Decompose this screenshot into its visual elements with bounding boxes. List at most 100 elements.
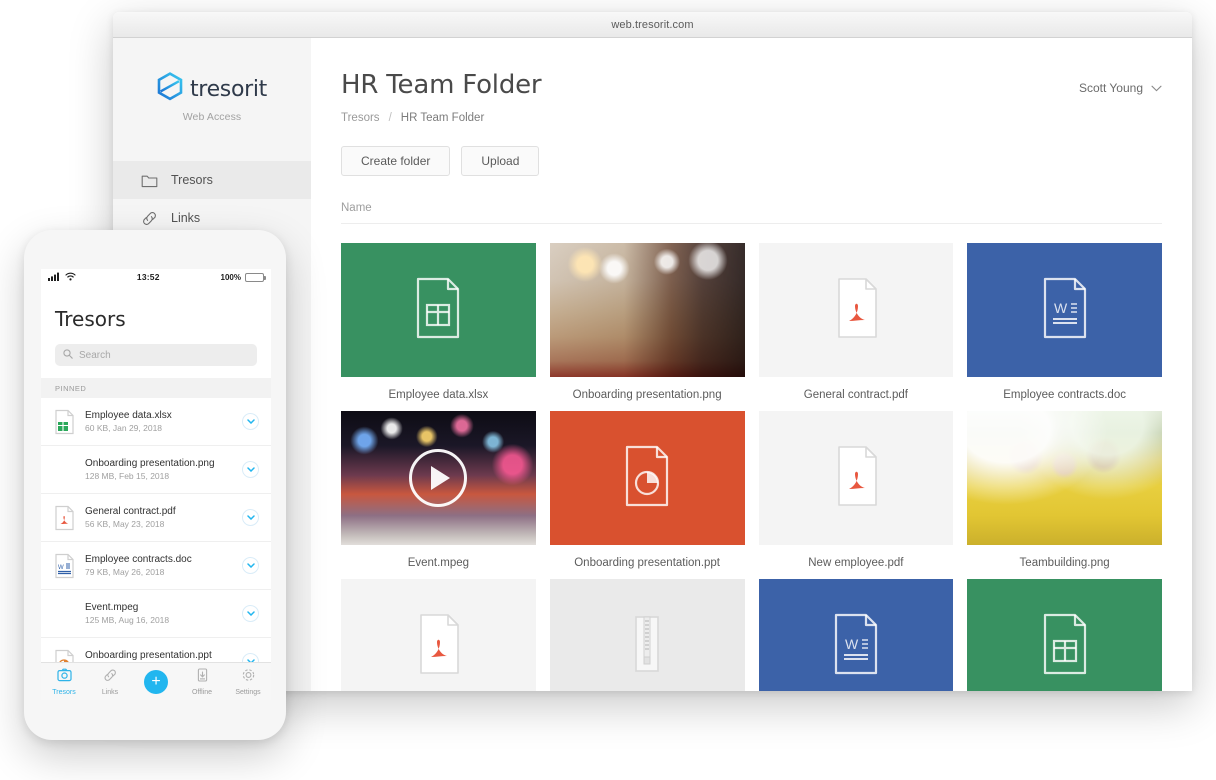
tab-tresors[interactable]: Tresors bbox=[42, 668, 86, 696]
file-name-label: Employee contracts.doc bbox=[1003, 389, 1126, 401]
file-tile[interactable] bbox=[967, 579, 1162, 691]
svg-text:W: W bbox=[1054, 300, 1068, 316]
xlsx-file-icon bbox=[412, 277, 464, 344]
user-menu[interactable]: Scott Young bbox=[1079, 79, 1162, 97]
list-item[interactable]: Event.mpeg 125 MB, Aug 16, 2018 bbox=[41, 590, 271, 638]
file-tile[interactable]: W Employee contracts.doc bbox=[967, 243, 1162, 401]
list-item-meta: 125 MB, Aug 16, 2018 bbox=[85, 615, 170, 625]
tresorit-hexagon-logo-icon bbox=[157, 72, 183, 106]
tab-label: Tresors bbox=[52, 688, 76, 696]
chevron-down-icon[interactable] bbox=[242, 461, 259, 478]
list-item[interactable]: Onboarding presentation.png 128 MB, Feb 1… bbox=[41, 446, 271, 494]
chevron-down-icon[interactable] bbox=[242, 413, 259, 430]
file-thumbnail bbox=[758, 411, 954, 545]
file-name-label: Employee data.xlsx bbox=[388, 389, 489, 401]
phone-status-bar: 13:52 100% bbox=[41, 269, 271, 285]
tab-add[interactable]: + bbox=[134, 669, 178, 694]
page-title: HR Team Folder bbox=[341, 70, 542, 100]
file-thumbnail bbox=[549, 243, 745, 377]
list-item-meta: 128 MB, Feb 15, 2018 bbox=[85, 471, 170, 481]
list-item-name: General contract.pdf bbox=[85, 506, 176, 517]
sidebar-item-label: Links bbox=[171, 211, 201, 225]
phone-screen: 13:52 100% Tresors Search PINNED Employe… bbox=[41, 269, 271, 700]
list-item[interactable]: W Employee contracts.doc 79 KB, May 26, 2… bbox=[41, 542, 271, 590]
breadcrumb-separator: / bbox=[388, 112, 392, 124]
phone-clock: 13:52 bbox=[136, 272, 160, 282]
file-tile[interactable]: Employee data.xlsx bbox=[341, 243, 536, 401]
file-thumbnail bbox=[341, 411, 536, 545]
svg-text:W: W bbox=[845, 636, 859, 652]
phone-tab-bar: Tresors Links + Offline Settings bbox=[41, 662, 271, 700]
file-thumbnail bbox=[341, 579, 536, 691]
sidebar-item-tresors[interactable]: Tresors bbox=[113, 161, 311, 199]
battery-percent-label: 100% bbox=[220, 272, 241, 282]
tab-settings[interactable]: Settings bbox=[226, 668, 270, 696]
file-thumbnail: W bbox=[758, 579, 954, 691]
file-name-label: Onboarding presentation.png bbox=[572, 389, 722, 401]
create-folder-button[interactable]: Create folder bbox=[341, 146, 451, 176]
search-placeholder: Search bbox=[79, 349, 111, 361]
pdf-file-icon bbox=[53, 505, 76, 531]
pdf-file-icon bbox=[830, 445, 882, 512]
list-item-name: Employee data.xlsx bbox=[85, 410, 172, 421]
file-tile[interactable]: Onboarding presentation.ppt bbox=[549, 411, 745, 569]
list-item-text: Employee data.xlsx 60 KB, Jan 29, 2018 bbox=[85, 410, 233, 433]
chevron-down-icon[interactable] bbox=[242, 605, 259, 622]
breadcrumb: Tresors / HR Team Folder bbox=[341, 112, 1162, 124]
tab-links[interactable]: Links bbox=[88, 668, 132, 696]
list-item-name: Event.mpeg bbox=[85, 602, 139, 613]
chevron-down-icon[interactable] bbox=[242, 509, 259, 526]
file-tile[interactable]: Onboarding presentation.png bbox=[549, 243, 745, 401]
list-item-name: Onboarding presentation.png bbox=[85, 458, 215, 469]
file-thumbnail bbox=[549, 579, 745, 691]
list-item[interactable]: General contract.pdf 56 KB, May 23, 2018 bbox=[41, 494, 271, 542]
tab-offline[interactable]: Offline bbox=[180, 667, 224, 696]
battery-icon bbox=[245, 272, 266, 282]
brand-block: tresorit Web Access bbox=[113, 38, 311, 123]
tab-label: Settings bbox=[235, 688, 261, 696]
screenshot-root: web.tresorit.com tresorit Web Access Tre… bbox=[0, 0, 1216, 780]
file-thumbnail bbox=[967, 411, 1162, 545]
tab-label: Offline bbox=[191, 688, 213, 696]
svg-text:W: W bbox=[58, 565, 64, 571]
brand-subtitle: Web Access bbox=[182, 111, 242, 123]
xlsx-file-icon bbox=[1039, 613, 1091, 680]
file-tile[interactable] bbox=[549, 579, 745, 691]
file-tile[interactable]: Event.mpeg bbox=[341, 411, 536, 569]
file-tile[interactable]: W bbox=[758, 579, 954, 691]
browser-title-bar: web.tresorit.com bbox=[113, 12, 1192, 38]
list-item-meta: 60 KB, Jan 29, 2018 bbox=[85, 423, 163, 433]
play-button-icon[interactable] bbox=[409, 449, 468, 507]
user-name-label: Scott Young bbox=[1078, 81, 1143, 95]
link-icon bbox=[141, 210, 158, 227]
breadcrumb-root[interactable]: Tresors bbox=[341, 112, 380, 124]
doc-file-icon: W bbox=[830, 613, 882, 680]
list-item[interactable]: Employee data.xlsx 60 KB, Jan 29, 2018 bbox=[41, 398, 271, 446]
xlsx-file-icon bbox=[53, 409, 76, 435]
phone-page-title: Tresors bbox=[55, 307, 126, 331]
column-header-name: Name bbox=[341, 202, 1162, 224]
chevron-down-icon bbox=[1151, 79, 1162, 97]
ppt-file-icon bbox=[621, 445, 673, 512]
plus-fab-icon[interactable]: + bbox=[144, 669, 168, 694]
doc-file-icon: W bbox=[53, 553, 76, 579]
pdf-file-icon bbox=[830, 277, 882, 344]
phone-file-list: Employee data.xlsx 60 KB, Jan 29, 2018 Onb… bbox=[41, 398, 271, 686]
thumbnail-image bbox=[53, 457, 76, 483]
upload-button[interactable]: Upload bbox=[461, 146, 540, 176]
file-name-label: Event.mpeg bbox=[407, 557, 470, 569]
file-tile[interactable]: New employee.pdf bbox=[758, 411, 954, 569]
phone-device: 13:52 100% Tresors Search PINNED Employe… bbox=[24, 230, 286, 740]
file-tile[interactable] bbox=[341, 579, 536, 691]
zip-file-icon bbox=[621, 613, 673, 680]
file-name-label: Onboarding presentation.ppt bbox=[574, 557, 721, 569]
search-icon bbox=[63, 346, 73, 364]
chevron-down-icon[interactable] bbox=[242, 557, 259, 574]
file-tile[interactable]: Teambuilding.png bbox=[967, 411, 1162, 569]
pinned-section-label: PINNED bbox=[41, 378, 271, 398]
main-content: HR Team Folder Scott Young Tresors / HR … bbox=[311, 38, 1192, 691]
search-input[interactable]: Search bbox=[55, 344, 257, 366]
file-tile[interactable]: General contract.pdf bbox=[758, 243, 954, 401]
content-header: HR Team Folder Scott Young bbox=[341, 38, 1162, 100]
browser-url-label: web.tresorit.com bbox=[611, 18, 694, 31]
